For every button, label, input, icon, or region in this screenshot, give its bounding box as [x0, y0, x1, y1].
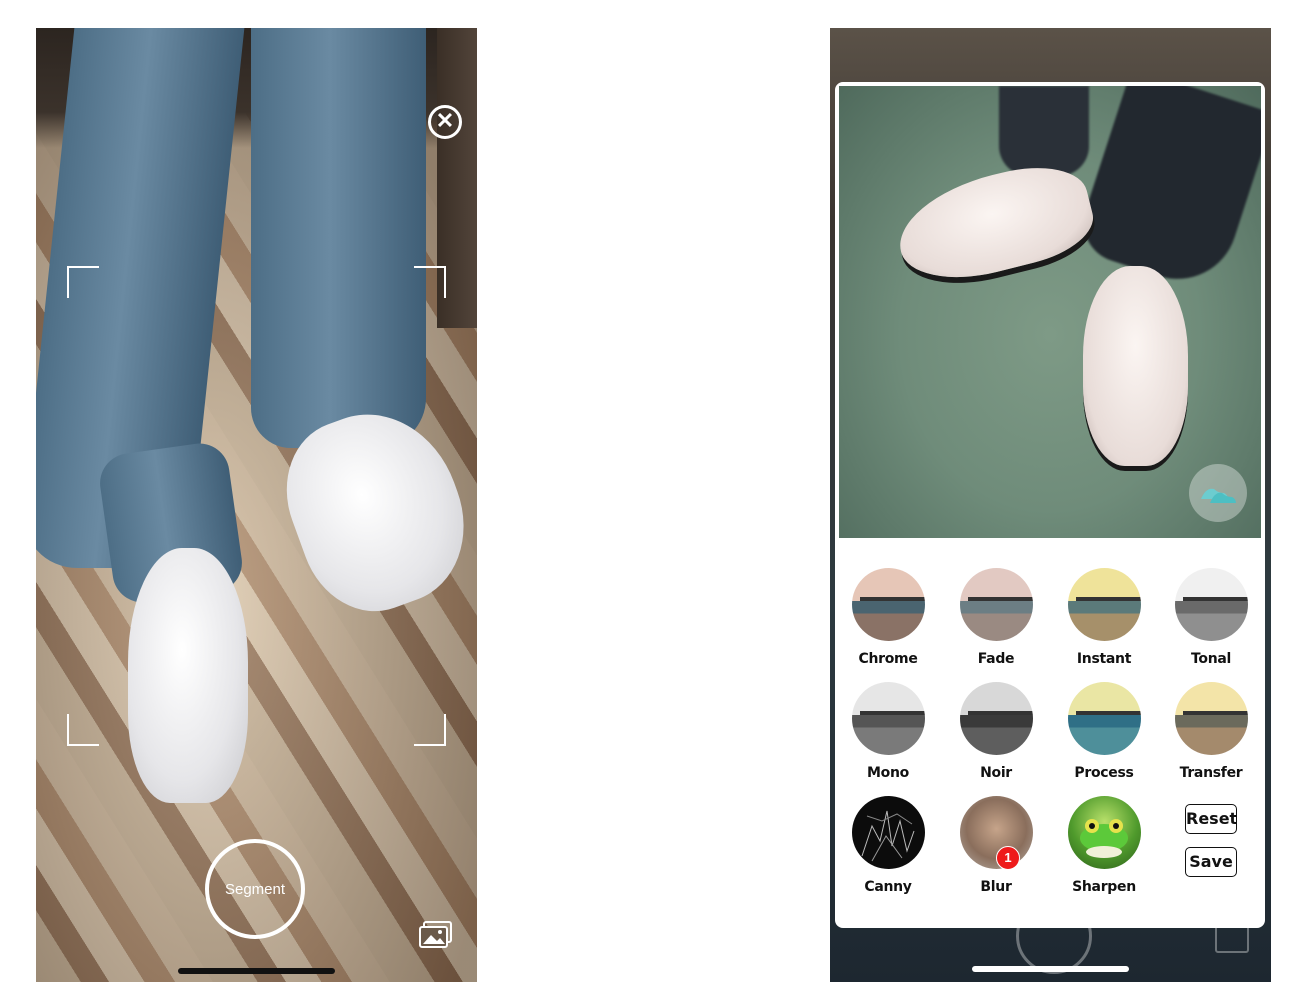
- filter-thumbnail: [959, 568, 1033, 641]
- filter-thumbnail: [1174, 682, 1248, 755]
- focus-bracket-bottom-left: [67, 714, 99, 746]
- preview-right-sneaker: [1083, 266, 1188, 466]
- filter-label: Process: [1074, 765, 1134, 781]
- filter-panel: Chrome Fade Instant Tonal Mono Noir Proc…: [835, 82, 1265, 928]
- filter-label: Tonal: [1190, 651, 1232, 667]
- filter-thumbnail: [851, 568, 925, 641]
- filter-screen: Chrome Fade Instant Tonal Mono Noir Proc…: [830, 28, 1271, 982]
- segment-button[interactable]: Segment: [205, 839, 305, 939]
- filter-noir[interactable]: Noir: [946, 682, 1046, 781]
- reset-button[interactable]: Reset: [1185, 804, 1237, 834]
- filter-fade[interactable]: Fade: [946, 568, 1046, 667]
- filter-label: Sharpen: [1072, 879, 1136, 895]
- right-leg: [251, 28, 426, 448]
- preview-left-sneaker: [888, 153, 1101, 294]
- home-indicator: [972, 966, 1129, 972]
- filter-thumbnail: [1067, 568, 1141, 641]
- photo-gallery-icon[interactable]: [419, 921, 453, 949]
- segmented-preview-image: [839, 86, 1261, 538]
- focus-bracket-bottom-right: [414, 714, 446, 746]
- focus-bracket-top-right: [414, 266, 446, 298]
- filter-process[interactable]: Process: [1054, 682, 1154, 781]
- shoes-icon[interactable]: [1189, 464, 1247, 522]
- home-indicator: [178, 968, 335, 974]
- filter-label: Canny: [864, 879, 912, 895]
- filter-label: Instant: [1076, 651, 1132, 667]
- notification-badge: 1: [996, 846, 1020, 870]
- preview-left-pant: [999, 86, 1089, 176]
- filter-label: Fade: [977, 651, 1015, 667]
- filter-label: Blur: [980, 879, 1012, 895]
- filter-thumbnail: [1067, 796, 1141, 869]
- camera-screen: ✕ Segment: [36, 28, 477, 982]
- filter-label: Noir: [980, 765, 1012, 781]
- left-sneaker: [128, 548, 248, 803]
- filter-label: Mono: [867, 765, 909, 781]
- save-button[interactable]: Save: [1185, 847, 1237, 877]
- filter-instant[interactable]: Instant: [1054, 568, 1154, 667]
- filter-thumbnail: [959, 682, 1033, 755]
- filter-thumbnail: [851, 682, 925, 755]
- filter-label: Chrome: [858, 651, 918, 667]
- segment-button-label: Segment: [224, 880, 286, 898]
- filter-mono[interactable]: Mono: [838, 682, 938, 781]
- filter-chrome[interactable]: Chrome: [838, 568, 938, 667]
- filter-transfer[interactable]: Transfer: [1161, 682, 1261, 781]
- filter-sharpen[interactable]: Sharpen: [1054, 796, 1154, 895]
- preview-right-pant: [1073, 86, 1261, 295]
- filter-blur[interactable]: 1 Blur: [946, 796, 1046, 895]
- close-circle-icon[interactable]: ✕: [428, 105, 462, 139]
- filter-canny[interactable]: Canny: [838, 796, 938, 895]
- filter-thumbnail: [851, 796, 925, 869]
- filter-label: Transfer: [1179, 765, 1243, 781]
- focus-bracket-top-left: [67, 266, 99, 298]
- filter-tonal[interactable]: Tonal: [1161, 568, 1261, 667]
- filter-thumbnail: [1067, 682, 1141, 755]
- filter-thumbnail: [1174, 568, 1248, 641]
